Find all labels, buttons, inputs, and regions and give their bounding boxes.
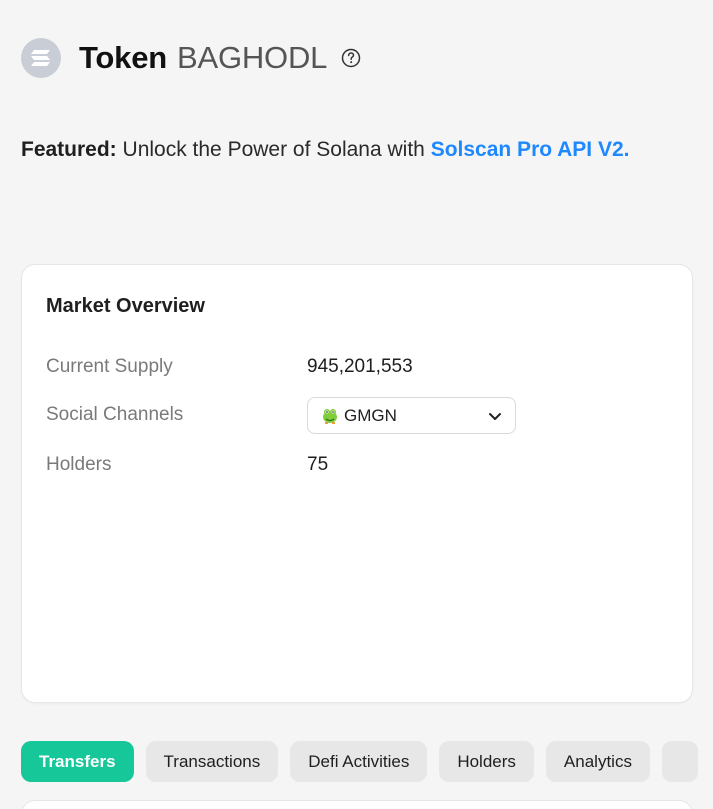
- tab-defi-activities[interactable]: Defi Activities: [290, 741, 428, 782]
- tab-overflow[interactable]: [661, 741, 698, 782]
- current-supply-value: 945,201,553: [307, 356, 413, 377]
- social-channels-label: Social Channels: [46, 404, 184, 425]
- social-channels-select[interactable]: GMGN: [307, 397, 516, 434]
- holders-label: Holders: [46, 454, 112, 475]
- tab-transfers[interactable]: Transfers: [21, 741, 134, 782]
- chevron-down-icon: [487, 408, 503, 424]
- title-prefix: Token: [79, 40, 167, 75]
- market-overview-title: Market Overview: [46, 295, 205, 317]
- tab-holders[interactable]: Holders: [439, 741, 534, 782]
- current-supply-label: Current Supply: [46, 356, 173, 377]
- token-page: Token BAGHODL Featured: Unlock the Power…: [0, 0, 713, 809]
- tab-analytics[interactable]: Analytics: [545, 741, 650, 782]
- tab-content-panel: [21, 800, 693, 809]
- featured-banner: Featured: Unlock the Power of Solana wit…: [21, 137, 629, 163]
- featured-label: Featured:: [21, 138, 117, 161]
- featured-text: Unlock the Power of Solana with: [116, 138, 431, 161]
- tab-bar: Transfers Transactions Defi Activities H…: [21, 741, 698, 782]
- gmgn-icon: [320, 406, 340, 426]
- market-overview-card: Market Overview Current Supply 945,201,5…: [21, 264, 693, 703]
- solana-logo-icon: [21, 38, 61, 78]
- holders-value: 75: [307, 454, 329, 475]
- tab-transactions[interactable]: Transactions: [145, 741, 279, 782]
- social-channel-value: GMGN: [344, 405, 397, 425]
- page-title: Token BAGHODL: [79, 40, 361, 76]
- solscan-pro-api-link[interactable]: Solscan Pro API V2.: [431, 138, 630, 161]
- page-header: Token BAGHODL: [21, 38, 361, 78]
- token-symbol: BAGHODL: [177, 40, 328, 75]
- question-circle-icon[interactable]: [341, 48, 361, 68]
